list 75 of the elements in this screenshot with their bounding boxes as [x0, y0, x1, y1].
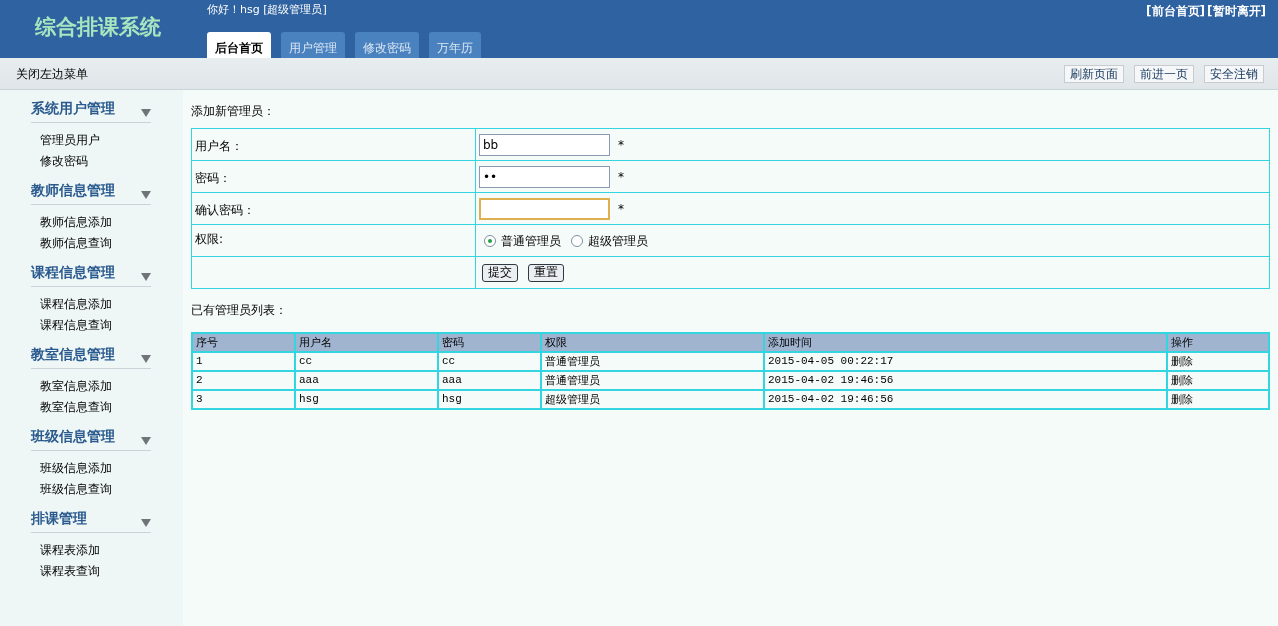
table-cell: 3: [192, 390, 295, 409]
sidebar-group-title[interactable]: 系统用户管理: [31, 98, 115, 119]
radio-button[interactable]: [484, 235, 496, 247]
input-field[interactable]: ••: [479, 165, 610, 188]
sidebar-group-title[interactable]: 班级信息管理: [31, 426, 115, 447]
dropdown-triangle-icon[interactable]: [141, 191, 151, 199]
input-field[interactable]: [479, 197, 610, 220]
delete-link[interactable]: 删除: [1167, 352, 1269, 371]
column-header: 密码: [438, 333, 541, 352]
table-cell: 普通管理员: [541, 352, 764, 371]
toolbar-button[interactable]: 刷新页面: [1064, 64, 1124, 83]
table-cell: cc: [438, 352, 541, 371]
required-mark: *: [618, 201, 624, 216]
dropdown-triangle-icon[interactable]: [141, 519, 151, 527]
sidebar-item[interactable]: 修改密码: [40, 154, 88, 168]
field-label: 用户名：: [195, 139, 243, 153]
column-header: 添加时间: [764, 333, 1167, 352]
delete-link[interactable]: 删除: [1167, 371, 1269, 390]
field-label: 确认密码：: [195, 203, 255, 217]
sidebar-item[interactable]: 教室信息添加: [40, 379, 112, 393]
table-cell: aaa: [295, 371, 438, 390]
required-mark: *: [618, 137, 624, 152]
toolbar-button[interactable]: 安全注销: [1204, 64, 1264, 83]
column-header: 序号: [192, 333, 295, 352]
table-cell: aaa: [438, 371, 541, 390]
sidebar-item[interactable]: 班级信息添加: [40, 461, 112, 475]
column-header: 操作: [1167, 333, 1269, 352]
table-cell: cc: [295, 352, 438, 371]
sidebar-group-title[interactable]: 课程信息管理: [31, 262, 115, 283]
column-header: 用户名: [295, 333, 438, 352]
sidebar-item[interactable]: 教师信息添加: [40, 215, 112, 229]
sidebar-item[interactable]: 课程表查询: [40, 564, 100, 578]
table-cell: 超级管理员: [541, 390, 764, 409]
table-cell: 2015-04-02 19:46:56: [764, 390, 1167, 409]
table-cell: 普通管理员: [541, 371, 764, 390]
sidebar-item[interactable]: 班级信息查询: [40, 482, 112, 496]
sidebar-item[interactable]: 课程表添加: [40, 543, 100, 557]
nav-tab[interactable]: 后台首页: [207, 32, 271, 58]
radio-label[interactable]: 普通管理员: [501, 233, 561, 248]
sidebar-item[interactable]: 课程信息添加: [40, 297, 112, 311]
input-field[interactable]: bb: [479, 133, 610, 156]
sidebar-group-title[interactable]: 教室信息管理: [31, 344, 115, 365]
form-button[interactable]: 重置: [528, 263, 564, 282]
field-label: 权限:: [195, 232, 224, 246]
table-cell: hsg: [295, 390, 438, 409]
table-cell: 2: [192, 371, 295, 390]
delete-link[interactable]: 删除: [1167, 390, 1269, 409]
table-cell: 2015-04-05 00:22:17: [764, 352, 1167, 371]
form-title: 添加新管理员：: [191, 104, 275, 118]
sidebar-group-title[interactable]: 教师信息管理: [31, 180, 115, 201]
table-title: 已有管理员列表：: [191, 303, 287, 317]
table-cell: 1: [192, 352, 295, 371]
sidebar-item[interactable]: 教室信息查询: [40, 400, 112, 414]
sidebar-item[interactable]: 课程信息查询: [40, 318, 112, 332]
radio-label[interactable]: 超级管理员: [588, 233, 648, 248]
sidebar-item[interactable]: 管理员用户: [40, 133, 100, 147]
dropdown-triangle-icon[interactable]: [141, 109, 151, 117]
form-button[interactable]: 提交: [482, 263, 518, 282]
field-label: 密码：: [195, 171, 231, 185]
dropdown-triangle-icon[interactable]: [141, 355, 151, 363]
header-link[interactable]: [前台首页]: [1146, 2, 1206, 20]
close-menu-link[interactable]: 关闭左边菜单: [16, 64, 88, 83]
dropdown-triangle-icon[interactable]: [141, 437, 151, 445]
sidebar-group-title[interactable]: 排课管理: [31, 508, 87, 529]
radio-button[interactable]: [571, 235, 583, 247]
table-cell: 2015-04-02 19:46:56: [764, 371, 1167, 390]
toolbar-button[interactable]: 前进一页: [1134, 64, 1194, 83]
table-cell: hsg: [438, 390, 541, 409]
app-logo: 综合排课系统: [35, 14, 161, 41]
column-header: 权限: [541, 333, 764, 352]
header-link[interactable]: [暂时离开]: [1207, 2, 1266, 20]
required-mark: *: [618, 169, 624, 184]
sidebar-item[interactable]: 教师信息查询: [40, 236, 112, 250]
greeting-text: 你好！hsg [超级管理员]: [207, 2, 327, 18]
dropdown-triangle-icon[interactable]: [141, 273, 151, 281]
